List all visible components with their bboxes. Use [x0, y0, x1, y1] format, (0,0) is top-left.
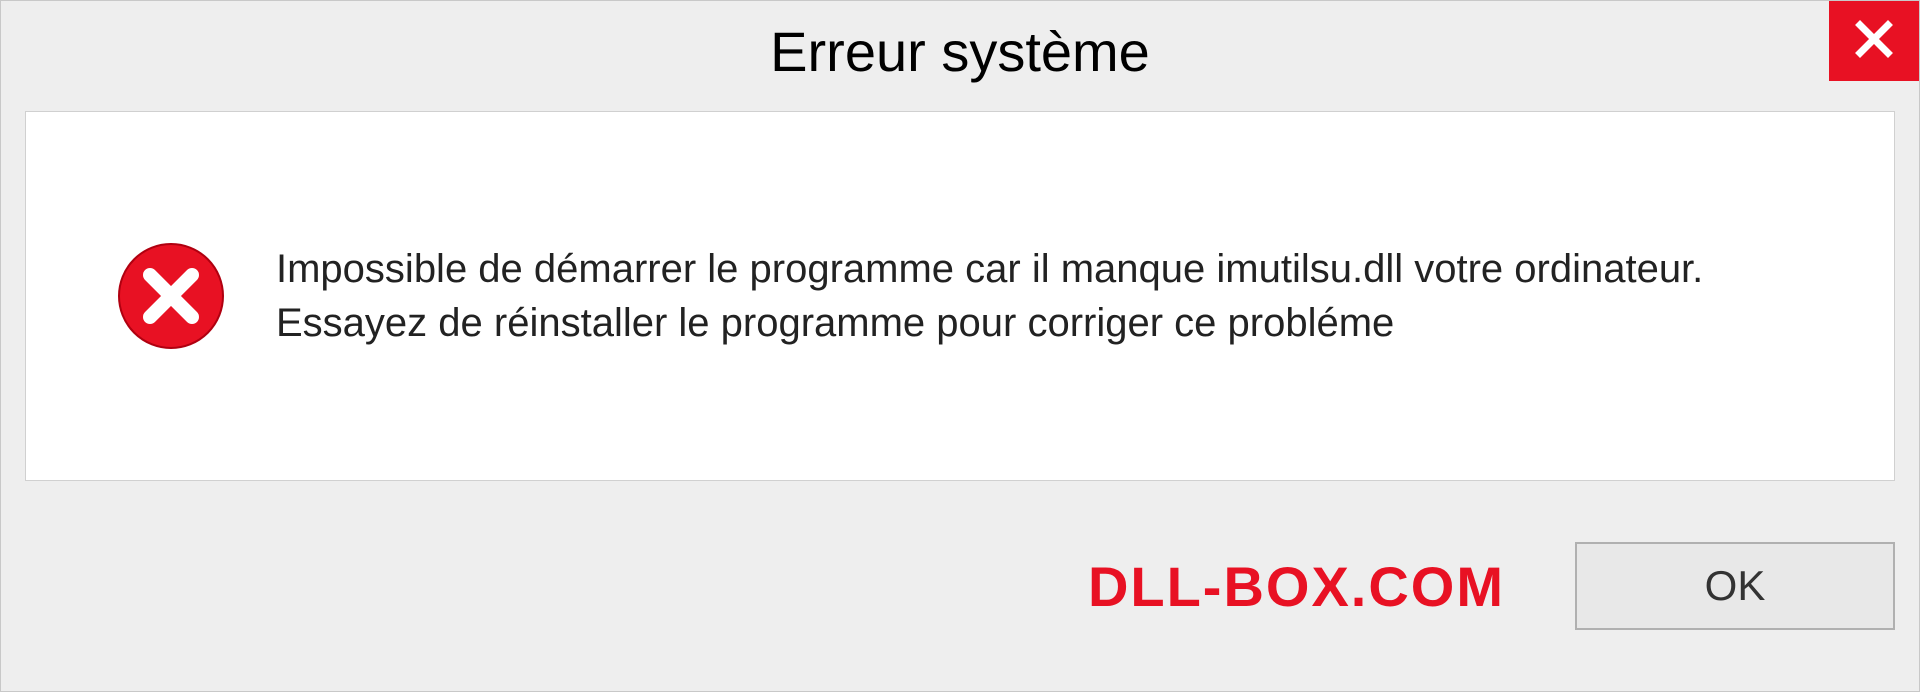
dialog-title: Erreur système — [770, 19, 1150, 84]
ok-button[interactable]: OK — [1575, 542, 1895, 630]
dialog-footer: DLL-BOX.COM OK — [1, 481, 1919, 691]
content-panel: Impossible de démarrer le programme car … — [25, 111, 1895, 481]
titlebar: Erreur système — [1, 1, 1919, 101]
watermark-text: DLL-BOX.COM — [1088, 554, 1505, 619]
close-button[interactable] — [1829, 1, 1919, 81]
error-dialog: Erreur système Impossible de démarrer le… — [0, 0, 1920, 692]
close-icon — [1854, 19, 1894, 64]
error-icon — [116, 241, 226, 351]
error-message: Impossible de démarrer le programme car … — [276, 242, 1844, 350]
